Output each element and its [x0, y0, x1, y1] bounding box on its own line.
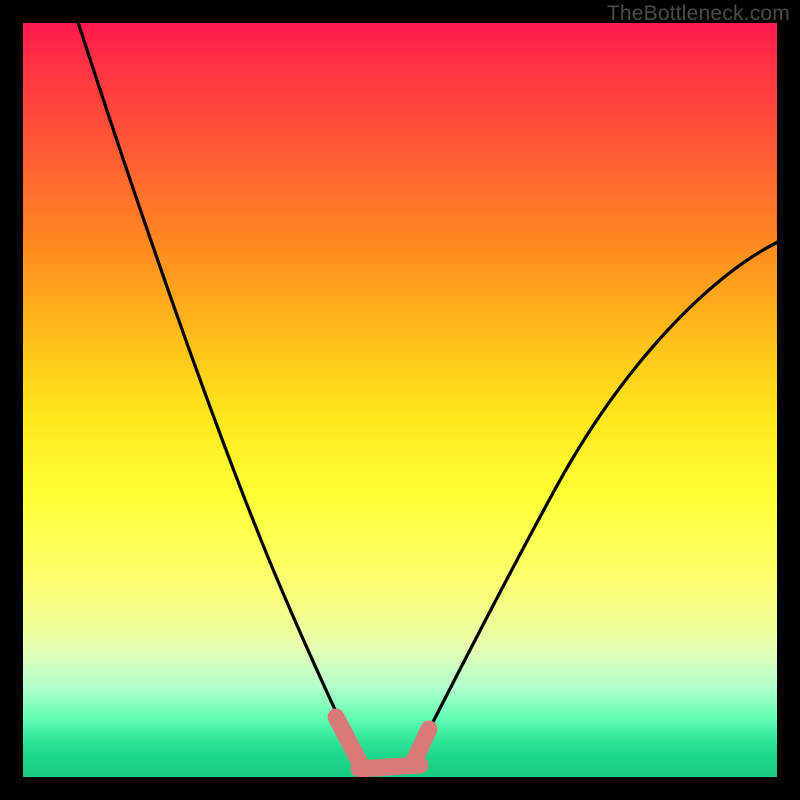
watermark-text: TheBottleneck.com [607, 2, 790, 26]
dash-right [415, 729, 429, 759]
chart-plot-area [23, 23, 777, 777]
left-curve [77, 23, 360, 763]
chart-svg [23, 23, 777, 777]
dash-left [336, 717, 360, 763]
right-curve [415, 241, 777, 757]
bottom-dash-group [336, 717, 429, 769]
